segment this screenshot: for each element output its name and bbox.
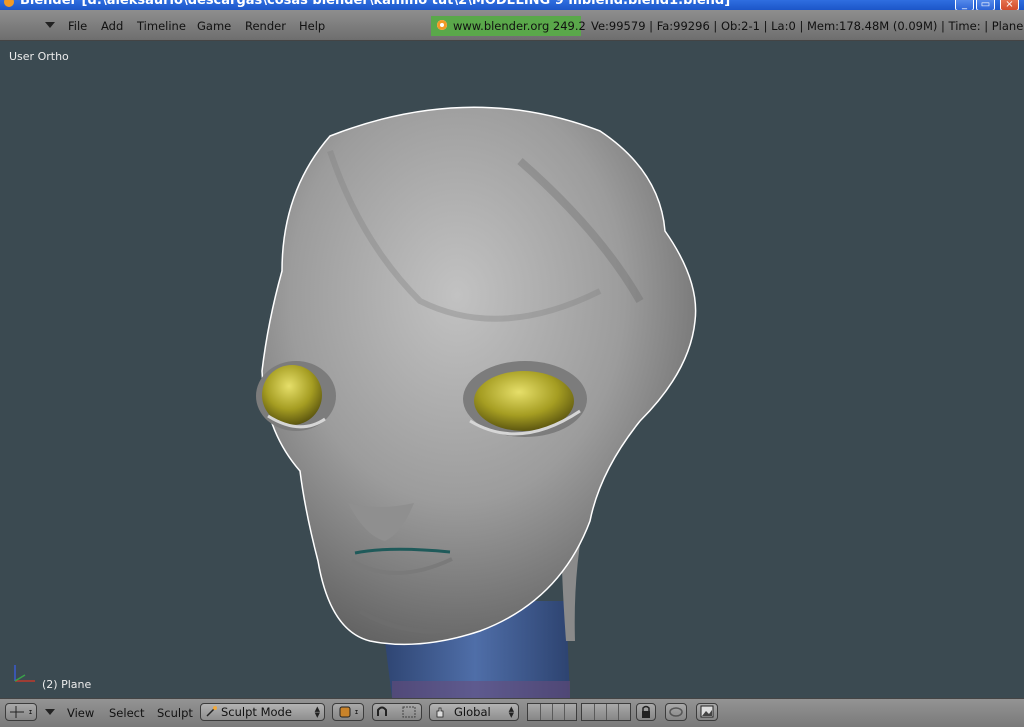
hand-icon — [436, 707, 444, 718]
mode-label: Sculpt Mode — [221, 705, 292, 719]
menu-sculpt[interactable]: Sculpt — [157, 706, 193, 720]
neck-band — [392, 681, 570, 698]
window-title-bar: Blender [d:\aleksaurio\descargas\cosas b… — [0, 0, 1024, 10]
orientation-selector[interactable]: Global ▲ ▼ — [429, 703, 519, 721]
menu-file[interactable]: File — [68, 19, 87, 33]
view3d-editor-icon[interactable] — [5, 703, 37, 721]
sculpt-scene — [256, 106, 697, 698]
menu-add[interactable]: Add — [101, 19, 123, 33]
menu-render[interactable]: Render — [245, 19, 286, 33]
info-header: File Add Timeline Game Render Help www.b… — [0, 10, 1024, 41]
pivot-snap-group[interactable] — [372, 703, 422, 721]
link-icon[interactable] — [665, 703, 687, 721]
menu-help[interactable]: Help — [299, 19, 325, 33]
view-label: User Ortho — [9, 50, 69, 63]
shading-icon[interactable] — [332, 703, 364, 721]
menu-timeline[interactable]: Timeline — [137, 19, 186, 33]
dropdown-arrows-icon: ▲ ▼ — [508, 705, 514, 719]
menu-view[interactable]: View — [67, 706, 94, 720]
menu-game[interactable]: Game — [197, 19, 231, 33]
render-icon[interactable] — [696, 703, 718, 721]
minimize-icon[interactable]: _ — [955, 0, 974, 10]
dropdown-arrows-icon: ▲ ▼ — [314, 705, 320, 719]
close-icon[interactable]: × — [1000, 0, 1019, 10]
menu-select[interactable]: Select — [109, 706, 144, 720]
mode-selector[interactable]: Sculpt Mode ▲ ▼ — [200, 703, 325, 721]
header-collapse-icon[interactable] — [45, 709, 55, 715]
layers-icon[interactable] — [527, 703, 577, 721]
window-title: Blender [d:\aleksaurio\descargas\cosas b… — [20, 0, 731, 8]
object-label: (2) Plane — [42, 678, 92, 691]
sculpt-brush-icon — [206, 706, 217, 717]
left-eye — [262, 365, 322, 425]
header-collapse-icon[interactable] — [45, 22, 55, 28]
orientation-label: Global — [454, 705, 491, 719]
lock-icon[interactable] — [636, 703, 656, 721]
maximize-icon[interactable]: ▭ — [976, 0, 995, 10]
blender-logo-icon — [437, 20, 447, 30]
blender-logo-icon — [4, 0, 14, 7]
3d-viewport[interactable]: User Ortho (2) Plane — [0, 41, 1024, 698]
scene-stats: Ve:99579 | Fa:99296 | Ob:2-1 | La:0 | Me… — [591, 19, 1024, 33]
axes-icon — [14, 665, 35, 682]
blender-org-label: www.blender.org 249.2 — [453, 19, 586, 33]
blender-org-link[interactable]: www.blender.org 249.2 — [431, 16, 586, 36]
layers-icon-2[interactable] — [581, 703, 631, 721]
view3d-header: View Select Sculpt Sculpt Mode ▲ ▼ Global… — [0, 698, 1024, 727]
